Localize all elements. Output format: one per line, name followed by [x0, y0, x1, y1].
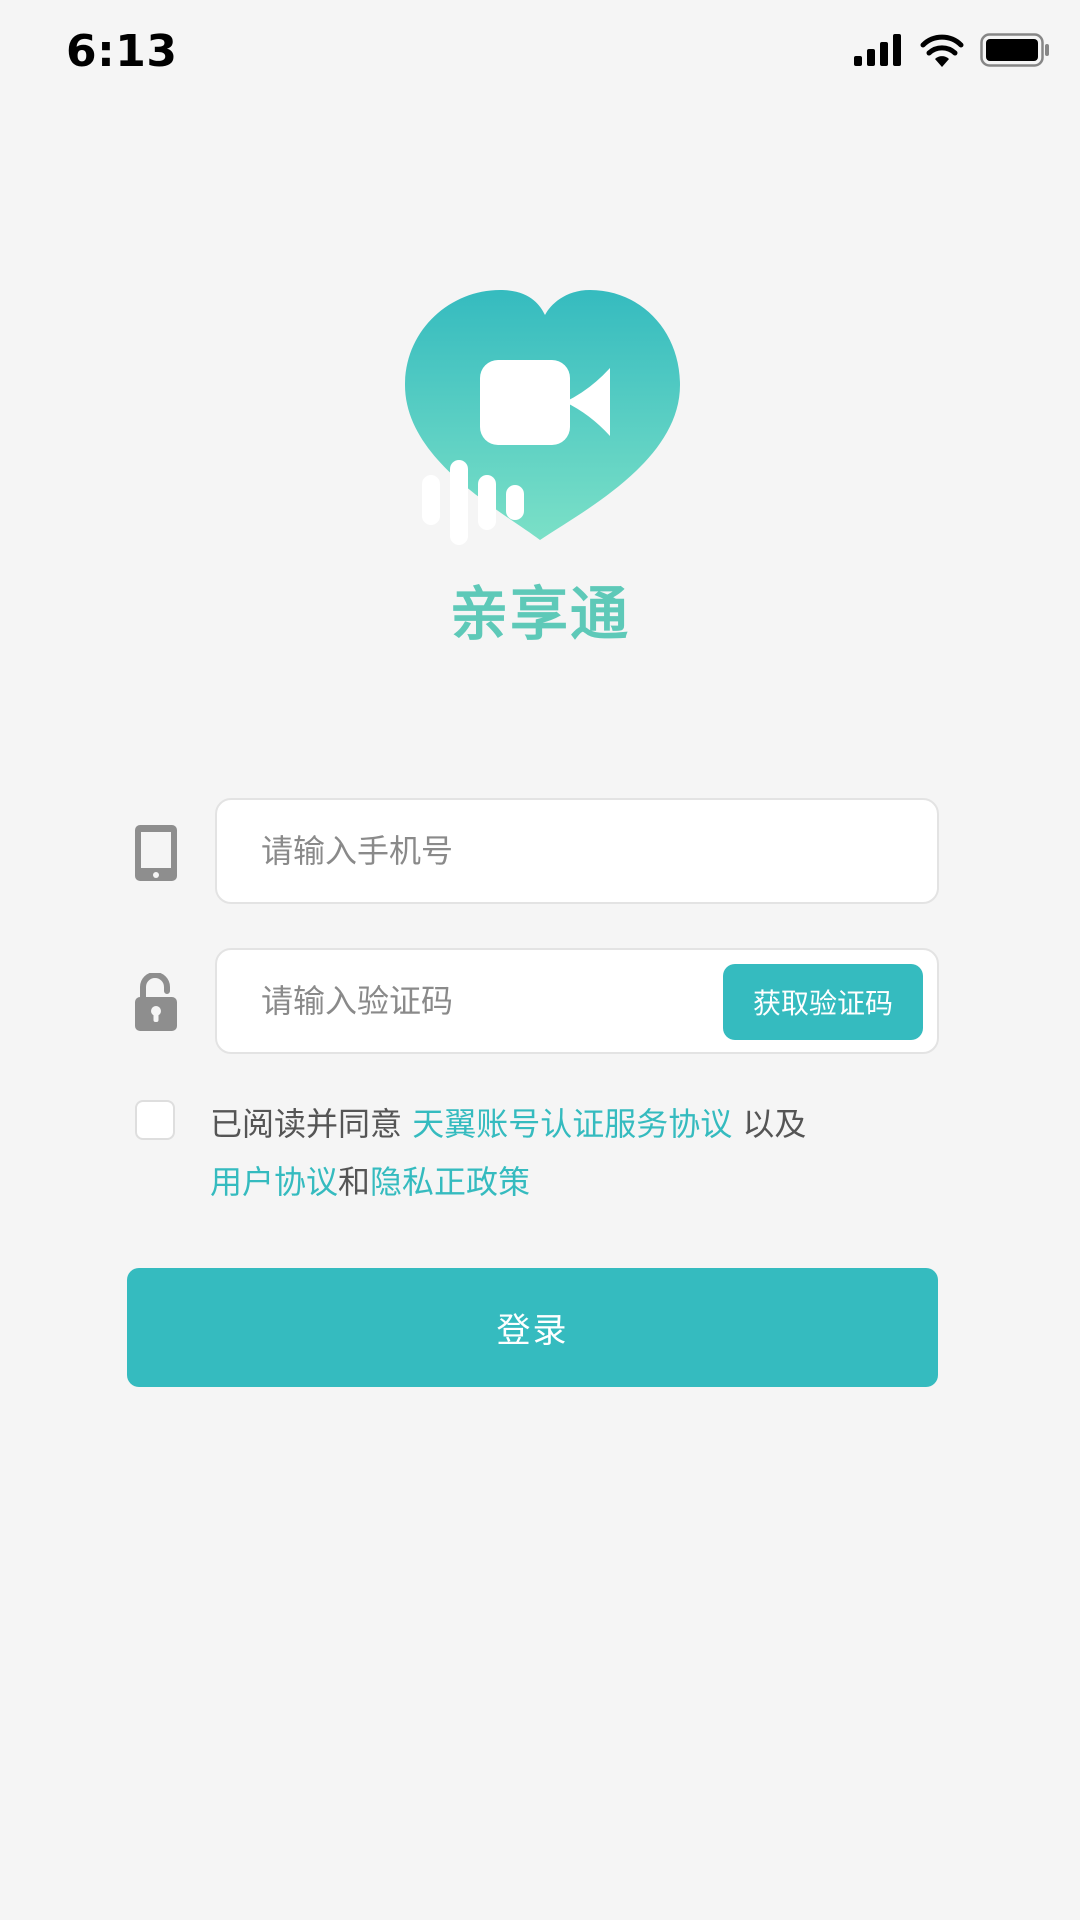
agreement-middle: 以及 [732, 1105, 807, 1143]
status-bar: 6:13 [0, 0, 1080, 110]
signal-icon [854, 34, 904, 70]
wifi-icon [920, 33, 964, 71]
status-icons [854, 33, 1050, 71]
app-logo [400, 290, 690, 550]
agreement-checkbox[interactable] [135, 1100, 175, 1140]
login-button[interactable]: 登录 [127, 1268, 938, 1387]
agreement-conjunction: 和 [338, 1163, 371, 1201]
user-agreement-link[interactable]: 用户协议 [210, 1163, 338, 1201]
phone-icon [128, 818, 184, 888]
verification-code-input[interactable] [261, 950, 701, 1052]
privacy-policy-link[interactable]: 隐私正政策 [370, 1163, 530, 1201]
battery-icon [980, 33, 1050, 71]
get-code-button[interactable]: 获取验证码 [723, 964, 923, 1040]
code-field-box: 获取验证码 [215, 948, 939, 1054]
agreement-prefix: 已阅读并同意 [210, 1105, 413, 1143]
phone-field-box [215, 798, 939, 904]
phone-input[interactable] [261, 800, 701, 902]
app-title: 亲享通 [449, 580, 630, 648]
auth-service-agreement-link[interactable]: 天翼账号认证服务协议 [412, 1105, 732, 1143]
agreement-text: 已阅读并同意 天翼账号认证服务协议 以及用户协议和隐私正政策 [210, 1095, 910, 1211]
unlock-icon [128, 968, 184, 1038]
status-time: 6:13 [66, 26, 178, 77]
